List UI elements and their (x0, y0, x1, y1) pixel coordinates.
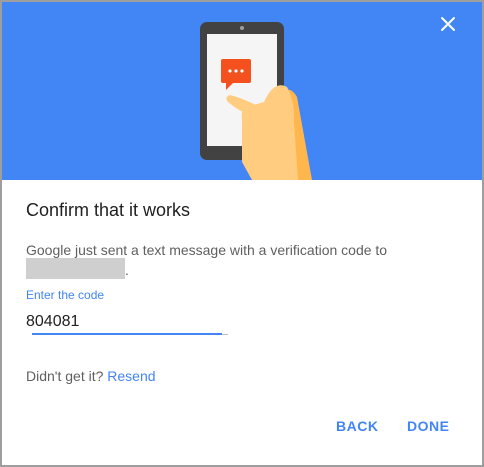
code-field-label: Enter the code (26, 288, 105, 302)
dialog-title: Confirm that it works (26, 200, 191, 220)
close-button[interactable] (440, 16, 470, 46)
resend-prompt: Didn't get it? (26, 368, 104, 384)
resend-row: Didn't get it? Resend (26, 368, 156, 384)
redacted-trailing-period: . (125, 262, 129, 278)
verification-dialog: Confirm that it works Google just sent a… (2, 2, 482, 465)
phone-message-illustration (200, 22, 312, 180)
code-input-underline-tail (222, 334, 228, 335)
close-icon (441, 17, 455, 31)
code-input-underline (32, 333, 222, 335)
verification-code-input[interactable] (26, 310, 222, 334)
redacted-phone-number (26, 258, 125, 279)
done-button[interactable]: DONE (407, 418, 449, 434)
resend-link[interactable]: Resend (107, 368, 155, 384)
dialog-banner (2, 2, 482, 180)
back-button[interactable]: BACK (336, 418, 378, 434)
dialog-description: Google just sent a text message with a v… (26, 242, 388, 258)
